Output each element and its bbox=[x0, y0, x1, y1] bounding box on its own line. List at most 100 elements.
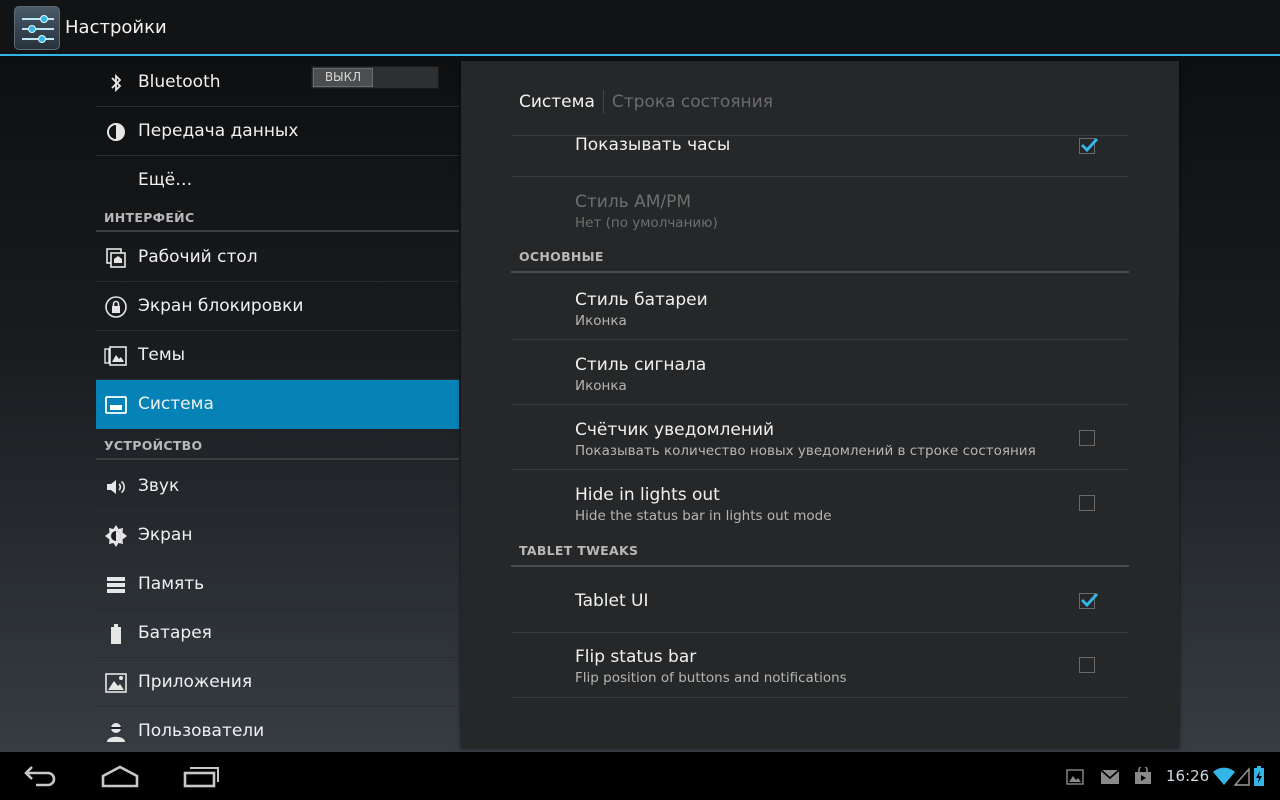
apps-icon bbox=[104, 671, 128, 695]
pref-hide-lights-out[interactable]: Hide in lights out Hide the status bar i… bbox=[511, 470, 1129, 535]
user-icon bbox=[104, 720, 128, 744]
system-icon bbox=[104, 393, 128, 417]
sidebar-item-label: Приложения bbox=[138, 672, 253, 692]
breadcrumb: Система Строка состояния bbox=[519, 90, 773, 116]
section-header-interface: ИНТЕРФЕЙС bbox=[96, 202, 459, 232]
sidebar-item-system[interactable]: Система bbox=[96, 380, 459, 429]
sidebar-item-label: Система bbox=[138, 394, 214, 414]
pref-summary: Иконка bbox=[575, 313, 627, 329]
sidebar-item-sound[interactable]: Звук bbox=[96, 462, 459, 511]
navigation-bar: 16:26 bbox=[0, 752, 1280, 800]
sidebar-item-themes[interactable]: Темы bbox=[96, 331, 459, 380]
recent-apps-button[interactable] bbox=[182, 762, 220, 794]
pref-signal-style[interactable]: Стиль сигнала Иконка bbox=[511, 340, 1129, 405]
tablet-ui-checkbox[interactable] bbox=[1079, 592, 1099, 609]
flip-status-bar-checkbox[interactable] bbox=[1079, 657, 1095, 673]
store-notification-icon[interactable] bbox=[1134, 765, 1152, 789]
battery-icon bbox=[104, 622, 128, 646]
sidebar-item-data-usage[interactable]: Передача данных bbox=[96, 107, 459, 156]
brightness-icon bbox=[104, 524, 128, 548]
pref-title: Tablet UI bbox=[575, 591, 649, 611]
pref-ampm-style: Стиль AM/PM Нет (по умолчанию) bbox=[511, 177, 1129, 240]
section-header-device: УСТРОЙСТВО bbox=[96, 430, 459, 460]
section-header-label: УСТРОЙСТВО bbox=[104, 438, 203, 453]
sidebar-item-more[interactable]: Ещё… bbox=[96, 156, 459, 205]
bluetooth-toggle[interactable]: ВЫКЛ bbox=[311, 66, 439, 89]
hide-lights-out-checkbox[interactable] bbox=[1079, 495, 1095, 511]
pref-summary: Flip position of buttons and notificatio… bbox=[575, 670, 847, 686]
bluetooth-icon bbox=[104, 71, 128, 95]
data-usage-icon bbox=[104, 120, 128, 144]
pref-title: Стиль AM/PM bbox=[575, 192, 692, 212]
sidebar-item-label: Батарея bbox=[138, 623, 212, 643]
sidebar-item-label: Ещё… bbox=[138, 170, 193, 190]
sidebar-item-label: Bluetooth bbox=[138, 72, 221, 92]
breadcrumb-status-bar[interactable]: Строка состояния bbox=[612, 92, 773, 112]
sidebar-item-label: Передача данных bbox=[138, 121, 299, 141]
settings-app-icon[interactable] bbox=[14, 6, 60, 50]
sidebar-item-label: Темы bbox=[138, 345, 186, 365]
pref-title: Стиль сигнала bbox=[575, 355, 707, 375]
back-icon bbox=[24, 766, 56, 787]
pref-show-clock[interactable]: Показывать часы bbox=[511, 135, 1129, 177]
speaker-icon bbox=[104, 475, 128, 499]
sidebar-item-lockscreen[interactable]: Экран блокировки bbox=[96, 282, 459, 331]
breadcrumb-divider bbox=[602, 90, 604, 114]
breadcrumb-current: Система bbox=[519, 92, 595, 112]
pref-title: Показывать часы bbox=[575, 135, 731, 155]
sidebar-item-display[interactable]: Экран bbox=[96, 511, 459, 560]
section-header-label: ОСНОВНЫЕ bbox=[519, 249, 604, 264]
sidebar-item-apps[interactable]: Приложения bbox=[96, 658, 459, 707]
sidebar-item-launcher[interactable]: Рабочий стол bbox=[96, 233, 459, 282]
recent-apps-icon bbox=[183, 767, 219, 788]
pref-title: Стиль батареи bbox=[575, 290, 708, 310]
sidebar-item-label: Память bbox=[138, 574, 205, 594]
sidebar-item-users[interactable]: Пользователи bbox=[96, 707, 459, 756]
home-screen-icon bbox=[104, 246, 128, 270]
sidebar-item-battery[interactable]: Батарея bbox=[96, 609, 459, 658]
home-button[interactable] bbox=[100, 762, 140, 794]
section-header-tablet-tweaks: TABLET TWEAKS bbox=[511, 535, 1129, 567]
home-icon bbox=[101, 765, 139, 788]
section-header-label: TABLET TWEAKS bbox=[519, 543, 639, 558]
themes-icon bbox=[104, 344, 128, 368]
sidebar-item-label: Пользователи bbox=[138, 721, 265, 741]
section-header-label: ИНТЕРФЕЙС bbox=[104, 210, 195, 225]
status-clock[interactable]: 16:26 bbox=[1166, 767, 1209, 785]
pref-summary: Показывать количество новых уведомлений … bbox=[575, 443, 1036, 459]
pref-flip-status-bar[interactable]: Flip status bar Flip position of buttons… bbox=[511, 633, 1129, 698]
pref-tablet-ui[interactable]: Tablet UI bbox=[511, 569, 1129, 633]
sidebar-item-storage[interactable]: Память bbox=[96, 560, 459, 609]
battery-charging-icon bbox=[1253, 765, 1265, 791]
lock-icon bbox=[104, 295, 128, 319]
pref-title: Счётчик уведомлений bbox=[575, 420, 775, 440]
settings-category-list: Bluetooth ВЫКЛ Передача данных Ещё… ИНТЕ… bbox=[96, 58, 459, 752]
app-title: Настройки bbox=[65, 17, 167, 38]
notification-count-checkbox[interactable] bbox=[1079, 430, 1095, 446]
sidebar-item-label: Звук bbox=[138, 476, 180, 496]
pref-title: Hide in lights out bbox=[575, 485, 720, 505]
pref-summary: Иконка bbox=[575, 378, 627, 394]
sidebar-item-label: Экран блокировки bbox=[138, 296, 304, 316]
bluetooth-toggle-state: ВЫКЛ bbox=[313, 68, 373, 87]
gallery-notification-icon[interactable] bbox=[1066, 769, 1084, 789]
pref-title: Flip status bar bbox=[575, 647, 697, 667]
screen: Настройки Bluetooth ВЫКЛ Передача данных… bbox=[0, 0, 1280, 800]
signal-icon bbox=[1233, 766, 1250, 790]
pref-summary: Hide the status bar in lights out mode bbox=[575, 508, 832, 524]
gmail-notification-icon[interactable] bbox=[1100, 769, 1120, 789]
sidebar-item-label: Рабочий стол bbox=[138, 247, 258, 267]
back-button[interactable] bbox=[22, 762, 58, 794]
storage-icon bbox=[104, 573, 128, 597]
section-header-main: ОСНОВНЫЕ bbox=[511, 241, 1129, 273]
pref-battery-style[interactable]: Стиль батареи Иконка bbox=[511, 275, 1129, 340]
wifi-icon bbox=[1212, 766, 1236, 790]
show-clock-checkbox[interactable] bbox=[1079, 137, 1099, 154]
sidebar-item-bluetooth[interactable]: Bluetooth ВЫКЛ bbox=[96, 58, 459, 107]
pref-summary: Нет (по умолчанию) bbox=[575, 215, 718, 231]
preferences-panel: Система Строка состояния Показывать часы … bbox=[461, 61, 1179, 748]
pref-notification-count[interactable]: Счётчик уведомлений Показывать количеств… bbox=[511, 405, 1129, 470]
sidebar-item-label: Экран bbox=[138, 525, 193, 545]
action-bar: Настройки bbox=[0, 0, 1280, 56]
preference-list: Показывать часы Стиль AM/PM Нет (по умол… bbox=[511, 135, 1129, 748]
